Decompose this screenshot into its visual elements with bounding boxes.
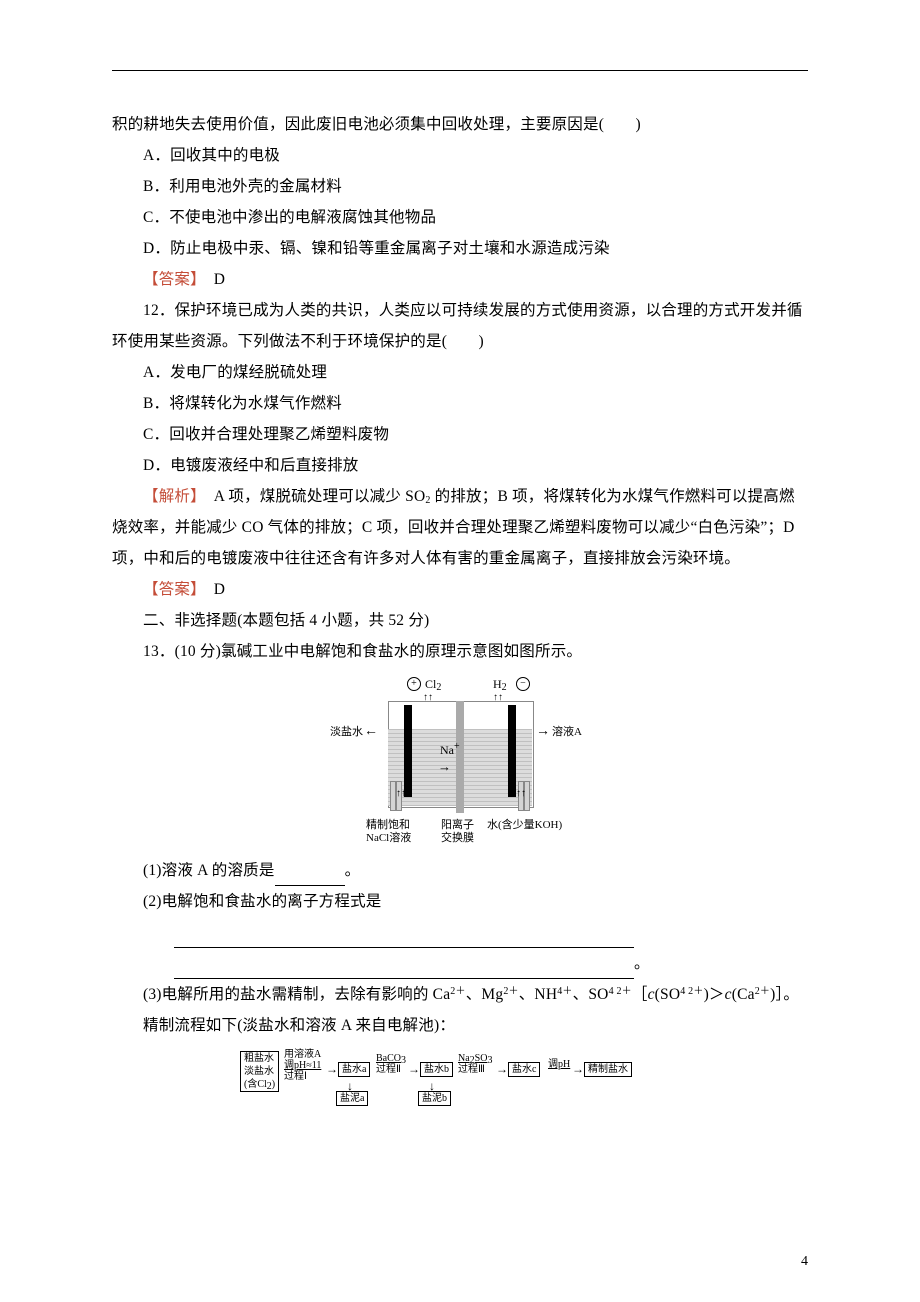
q13-part1: (1)溶液 A 的溶质是。 bbox=[112, 855, 808, 886]
q12-option-c: C．回收并合理处理聚乙烯塑料废物 bbox=[112, 419, 808, 450]
box-sludge-a: 盐泥a bbox=[336, 1091, 368, 1106]
q11-option-a: A．回收其中的电极 bbox=[112, 140, 808, 171]
box-sludge-b: 盐泥b bbox=[418, 1091, 451, 1106]
box-brine-b: 盐水b bbox=[420, 1062, 453, 1077]
fill-blank[interactable] bbox=[275, 870, 345, 886]
inlet-arrows-left: ↑↑ bbox=[396, 788, 406, 799]
dilute-brine-label: 淡盐水 bbox=[330, 723, 363, 739]
q11-option-b: B．利用电池外壳的金属材料 bbox=[112, 171, 808, 202]
fill-blank[interactable] bbox=[174, 963, 634, 979]
box-brine-c: 盐水c bbox=[508, 1062, 540, 1077]
feed-label: 精制饱和NaCl溶液 bbox=[366, 819, 411, 845]
step3-label: Na2SO3过程Ⅲ bbox=[458, 1053, 492, 1075]
q12-answer: 【答案】 D bbox=[112, 574, 808, 605]
na-ion-label: Na+ bbox=[440, 743, 460, 758]
step2-label: BaCO3过程Ⅱ bbox=[376, 1053, 406, 1075]
q13-stem: 13．(10 分)氯碱工业中电解饱和食盐水的原理示意图如图所示。 bbox=[112, 636, 808, 667]
cl2-label: Cl2 bbox=[425, 677, 441, 692]
electrolysis-figure: + − Cl2 H2 ↑↑ ↑↑ ← → 淡盐水 溶液A Na+ → ↑↑ ↑↑… bbox=[112, 673, 808, 849]
up-arrows-right: ↑↑ bbox=[493, 692, 503, 703]
up-arrows-left: ↑↑ bbox=[423, 692, 433, 703]
q13-blank-line-2: 。 bbox=[112, 948, 808, 979]
page-number: 4 bbox=[801, 1254, 808, 1270]
q13-part2: (2)电解饱和食盐水的离子方程式是 bbox=[112, 886, 808, 917]
left-arrow-icon: ← bbox=[364, 724, 378, 740]
refine-flow: 粗盐水淡盐水(含Cl2) 用溶液A调pH≈11过程Ⅰ → 盐水a ↓ 盐泥a B… bbox=[240, 1047, 680, 1107]
step4-label: 调pH bbox=[548, 1059, 570, 1070]
arrow-icon: → bbox=[572, 1062, 584, 1077]
explanation-label: 【解析】 bbox=[143, 488, 198, 505]
anode bbox=[404, 705, 412, 797]
fill-blank[interactable] bbox=[174, 932, 634, 948]
flow-figure: 粗盐水淡盐水(含Cl2) 用溶液A调pH≈11过程Ⅰ → 盐水a ↓ 盐泥a B… bbox=[112, 1047, 808, 1107]
arrow-icon: → bbox=[326, 1062, 338, 1077]
page: 积的耕地失去使用价值，因此废旧电池必须集中回收处理，主要原因是( ) A．回收其… bbox=[0, 0, 920, 1302]
q12-option-d: D．电镀废液经中和后直接排放 bbox=[112, 450, 808, 481]
water-koh-label: 水(含少量KOH) bbox=[487, 819, 562, 832]
box-brine-a: 盐水a bbox=[338, 1062, 370, 1077]
section-2-heading: 二、非选择题(本题包括 4 小题，共 52 分) bbox=[112, 605, 808, 636]
solution-a-label: 溶液A bbox=[552, 723, 582, 739]
q12-explanation: 【解析】 A 项，煤脱硫处理可以减少 SO2 的排放；B 项，将煤转化为水煤气作… bbox=[112, 481, 808, 574]
box-refined-brine: 精制盐水 bbox=[584, 1062, 632, 1077]
q11-continuation: 积的耕地失去使用价值，因此废旧电池必须集中回收处理，主要原因是( ) bbox=[112, 109, 808, 140]
q11-answer: 【答案】 D bbox=[112, 264, 808, 295]
box-crude-brine: 粗盐水淡盐水(含Cl2) bbox=[240, 1051, 279, 1092]
membrane-label: 阳离子交换膜 bbox=[441, 819, 474, 845]
cathode bbox=[508, 705, 516, 797]
na-arrow-icon: → bbox=[438, 759, 451, 775]
top-rule bbox=[112, 70, 808, 71]
right-arrow-icon: → bbox=[536, 724, 550, 740]
arrow-icon: → bbox=[408, 1062, 420, 1077]
minus-terminal-icon: − bbox=[516, 677, 530, 691]
q12-stem: 12．保护环境已成为人类的共识，人类应以可持续发展的方式使用资源，以合理的方式开… bbox=[112, 295, 808, 357]
answer-label: 【答案】 bbox=[143, 271, 198, 288]
inlet-arrows-right: ↑↑ bbox=[516, 788, 526, 799]
q13-blank-line-1 bbox=[112, 917, 808, 948]
q12-option-b: B．将煤转化为水煤气作燃料 bbox=[112, 388, 808, 419]
q11-option-d: D．防止电极中汞、镉、镍和铅等重金属离子对土壤和水源造成污染 bbox=[112, 233, 808, 264]
step1-label: 用溶液A调pH≈11过程Ⅰ bbox=[284, 1049, 321, 1082]
q13-part3b: 精制流程如下(淡盐水和溶液 A 来自电解池)： bbox=[112, 1010, 808, 1041]
answer-label: 【答案】 bbox=[143, 581, 198, 598]
h2-label: H2 bbox=[493, 677, 507, 692]
q11-option-c: C．不使电池中渗出的电解液腐蚀其他物品 bbox=[112, 202, 808, 233]
q12-option-a: A．发电厂的煤经脱硫处理 bbox=[112, 357, 808, 388]
arrow-icon: → bbox=[496, 1062, 508, 1077]
electrolysis-cell: + − Cl2 H2 ↑↑ ↑↑ ← → 淡盐水 溶液A Na+ → ↑↑ ↑↑… bbox=[330, 673, 590, 849]
plus-terminal-icon: + bbox=[407, 677, 421, 691]
q13-part3: (3)电解所用的盐水需精制，去除有影响的 Ca2＋、Mg2＋、NH4＋、SO4 … bbox=[112, 979, 808, 1010]
